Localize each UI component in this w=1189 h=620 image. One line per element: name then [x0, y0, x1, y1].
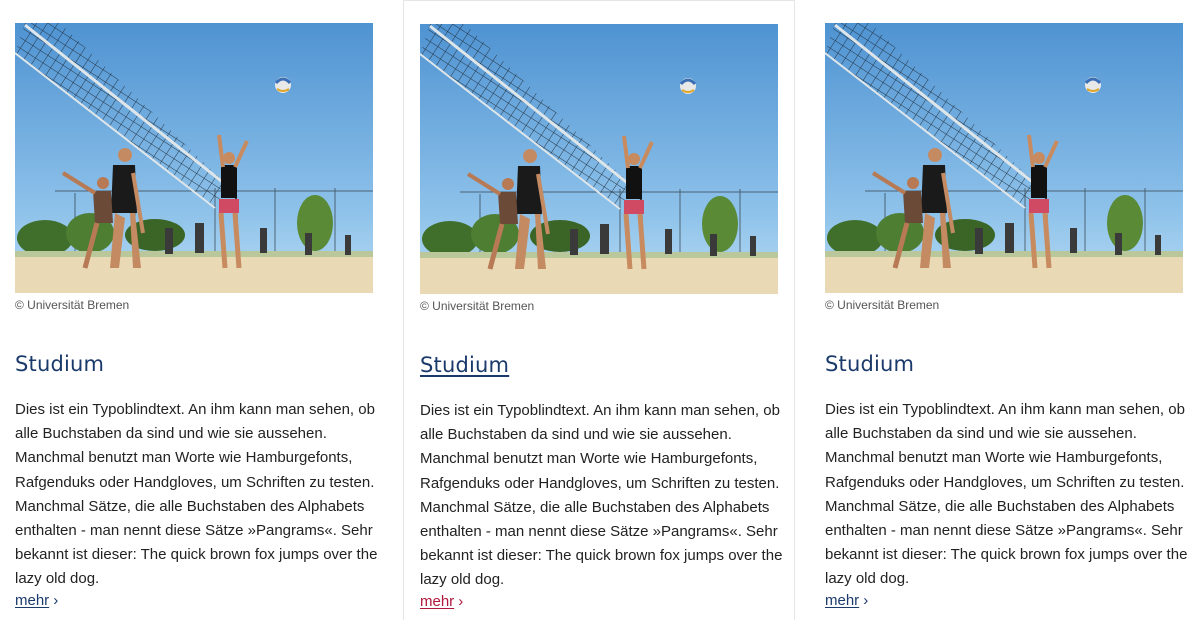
- teaser-text: Dies ist ein Typoblindtext. An ihm kann …: [15, 401, 378, 588]
- image-credit: © Universität Bremen: [825, 298, 940, 312]
- image-credit: © Universität Bremen: [420, 299, 535, 313]
- teaser-text: Dies ist ein Typoblindtext. An ihm kann …: [825, 401, 1188, 588]
- more-link[interactable]: mehr ›: [825, 592, 868, 609]
- teaser-image[interactable]: [825, 23, 1183, 293]
- teaser-card: © Universität Bremen Studium Dies ist ei…: [403, 0, 795, 620]
- more-link[interactable]: mehr ›: [15, 592, 58, 609]
- teaser-image[interactable]: [420, 24, 778, 294]
- more-link[interactable]: mehr ›: [420, 593, 463, 610]
- chevron-right-icon: ›: [458, 593, 464, 610]
- chevron-right-icon: ›: [863, 592, 869, 609]
- more-link-label: mehr: [15, 592, 50, 609]
- teaser-text: Dies ist ein Typoblindtext. An ihm kann …: [420, 402, 783, 589]
- teaser-image[interactable]: [15, 23, 373, 293]
- teaser-card: © Universität Bremen Studium Dies ist ei…: [810, 0, 1189, 620]
- more-link-label: mehr: [825, 592, 860, 609]
- teaser-title[interactable]: Studium: [15, 352, 104, 376]
- chevron-right-icon: ›: [53, 592, 59, 609]
- teaser-card: © Universität Bremen Studium Dies ist ei…: [0, 0, 390, 620]
- image-credit: © Universität Bremen: [15, 298, 130, 312]
- more-link-label: mehr: [420, 593, 455, 610]
- teaser-title[interactable]: Studium: [825, 352, 914, 376]
- teaser-title[interactable]: Studium: [420, 353, 509, 377]
